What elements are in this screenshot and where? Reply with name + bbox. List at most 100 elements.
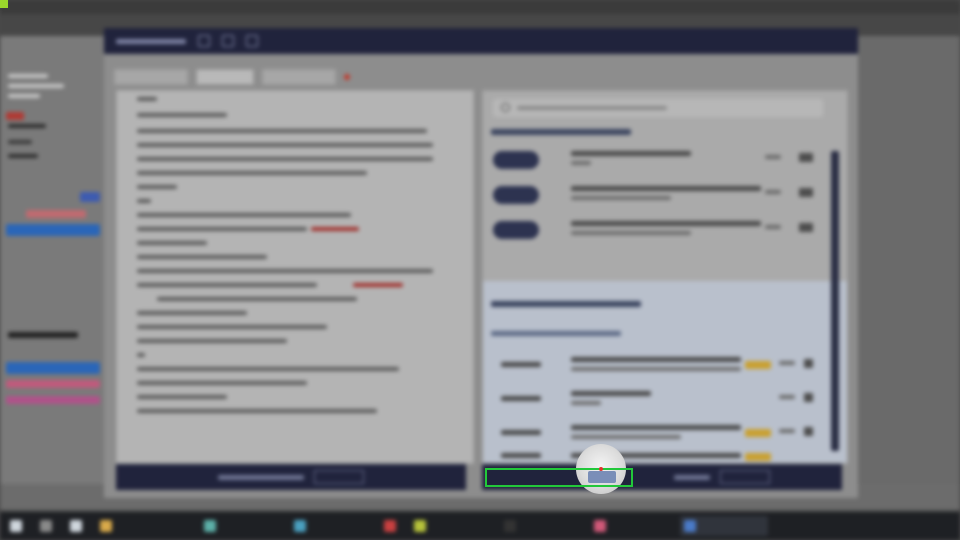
taskbar-item[interactable] xyxy=(66,516,90,536)
status-badge xyxy=(745,453,771,461)
doc-line xyxy=(137,113,227,117)
cursor-icon xyxy=(599,467,603,471)
item-size xyxy=(779,429,795,433)
recommendation-item[interactable] xyxy=(491,383,827,417)
app-icon xyxy=(504,520,516,532)
list-item[interactable] xyxy=(491,143,827,177)
item-code xyxy=(501,430,541,435)
download-icon[interactable] xyxy=(799,188,813,197)
taskbar-item[interactable] xyxy=(500,516,584,536)
taskbar-item[interactable] xyxy=(380,516,404,536)
list-item[interactable] xyxy=(491,178,827,212)
left-text-line xyxy=(8,84,64,88)
file-subtitle xyxy=(571,196,671,200)
taskbar-item[interactable] xyxy=(200,516,284,536)
doc-link[interactable] xyxy=(311,227,359,231)
doc-line xyxy=(137,339,287,343)
tab[interactable] xyxy=(114,69,188,85)
taskbar-item[interactable] xyxy=(36,516,60,536)
tab-badge xyxy=(344,74,350,80)
right-action-button[interactable] xyxy=(674,474,710,480)
left-action-control[interactable] xyxy=(314,470,364,484)
app-left-panel xyxy=(0,36,104,510)
doc-line xyxy=(137,185,177,189)
left-selected-row[interactable] xyxy=(6,362,100,374)
status-badge xyxy=(745,429,771,437)
dialog-window xyxy=(104,28,858,498)
app-icon xyxy=(414,520,426,532)
doc-line xyxy=(137,227,307,231)
recommendation-item[interactable] xyxy=(491,349,827,383)
taskbar-item-active[interactable] xyxy=(680,516,768,536)
file-subtitle xyxy=(571,231,691,235)
taskbar-item[interactable] xyxy=(290,516,374,536)
file-size xyxy=(765,155,781,159)
scrollbar[interactable] xyxy=(831,151,839,451)
search-icon xyxy=(501,103,510,112)
download-icon[interactable] xyxy=(804,359,813,368)
left-marker xyxy=(6,112,24,120)
doc-line xyxy=(137,283,317,287)
app-icon xyxy=(70,520,82,532)
start-button[interactable] xyxy=(6,516,30,536)
right-action-control[interactable] xyxy=(720,470,770,484)
file-title xyxy=(571,186,761,191)
item-size xyxy=(779,361,795,365)
doc-line xyxy=(137,395,227,399)
list-item[interactable] xyxy=(491,213,827,247)
doc-link[interactable] xyxy=(353,283,403,287)
left-text-line xyxy=(8,140,32,144)
download-icon[interactable] xyxy=(804,393,813,402)
file-size xyxy=(765,190,781,194)
left-red-label xyxy=(26,210,86,218)
tab[interactable] xyxy=(262,69,336,85)
doc-line xyxy=(137,325,327,329)
doc-line xyxy=(157,297,357,301)
file-subtitle xyxy=(571,161,591,165)
recommendation-item[interactable] xyxy=(491,417,827,451)
left-action-bar xyxy=(116,464,466,490)
taskbar-item[interactable] xyxy=(590,516,674,536)
recommendations-heading xyxy=(491,301,641,307)
taskbar-item[interactable] xyxy=(410,516,494,536)
download-icon[interactable] xyxy=(804,427,813,436)
left-selected-row[interactable] xyxy=(6,224,100,236)
item-subtitle xyxy=(571,401,601,405)
file-type-pill xyxy=(493,186,539,204)
doc-line xyxy=(137,213,351,217)
toolbar-icon[interactable] xyxy=(222,35,234,47)
file-type-pill xyxy=(493,221,539,239)
recommendations-subheading xyxy=(491,331,621,336)
recommendation-item[interactable] xyxy=(491,449,827,463)
doc-line xyxy=(137,269,433,273)
item-code xyxy=(501,362,541,367)
dialog-titlebar xyxy=(104,28,858,54)
search-input[interactable] xyxy=(493,99,823,117)
doc-line xyxy=(137,129,427,133)
app-icon xyxy=(594,520,606,532)
status-badge xyxy=(745,361,771,369)
file-type-pill xyxy=(493,151,539,169)
toolbar-icon[interactable] xyxy=(246,35,258,47)
taskbar-item[interactable] xyxy=(96,516,194,536)
doc-line xyxy=(137,171,367,175)
left-action-button[interactable] xyxy=(218,474,304,480)
app-icon xyxy=(40,520,52,532)
doc-line xyxy=(137,97,157,101)
left-pink-row xyxy=(6,380,100,388)
item-size xyxy=(779,395,795,399)
toolbar-icon[interactable] xyxy=(198,35,210,47)
file-size xyxy=(765,225,781,229)
item-subtitle xyxy=(571,435,681,439)
item-code xyxy=(501,453,541,458)
left-badge xyxy=(80,192,100,202)
section-heading xyxy=(491,129,631,135)
download-icon[interactable] xyxy=(799,223,813,232)
item-code xyxy=(501,396,541,401)
download-icon[interactable] xyxy=(799,153,813,162)
search-placeholder xyxy=(517,106,667,110)
tab[interactable] xyxy=(196,69,254,85)
left-text-line xyxy=(8,94,40,98)
system-tray[interactable] xyxy=(818,516,916,536)
taskbar xyxy=(0,512,960,540)
